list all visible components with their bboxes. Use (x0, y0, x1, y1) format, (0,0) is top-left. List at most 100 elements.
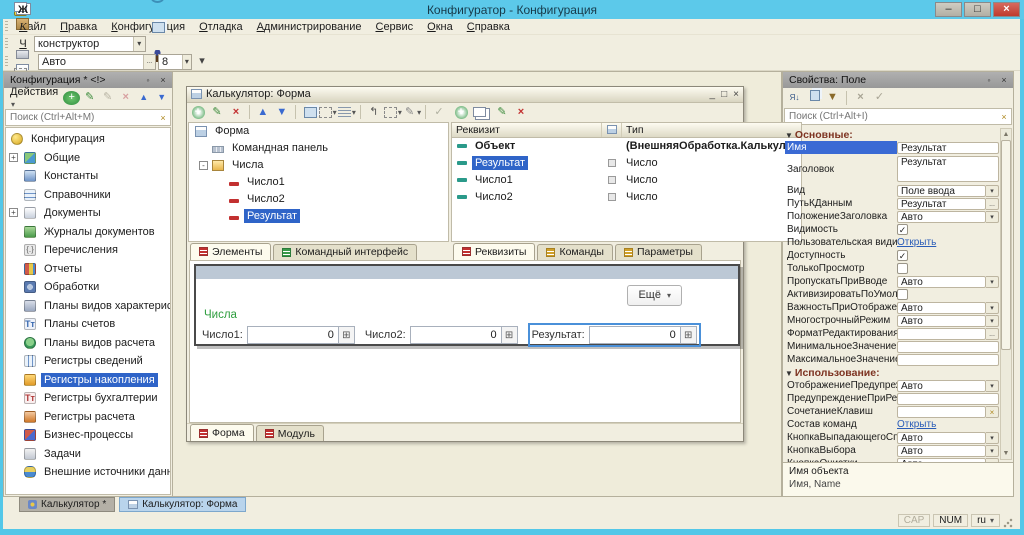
designer-close-icon[interactable]: × (733, 89, 739, 100)
property-label[interactable]: Имя (785, 141, 897, 154)
validate-button[interactable]: ✓ (430, 104, 448, 121)
property-checkbox[interactable] (897, 263, 908, 274)
properties-search-input[interactable] (785, 111, 997, 122)
tree-item-18[interactable]: Внешние источники данных (6, 463, 170, 482)
property-label[interactable]: Пользовательская видимость (785, 236, 897, 249)
preview-field-input[interactable]: 0 (247, 326, 339, 344)
element-item-3[interactable]: Число1 (189, 174, 448, 191)
preview-field-calc-icon[interactable]: ⊞ (502, 326, 518, 344)
dropdown-icon[interactable]: ▾ (986, 185, 999, 197)
preview-field-input[interactable]: 0 (589, 326, 681, 344)
tab-attributes-1[interactable]: Команды (537, 244, 613, 260)
check-fill-button[interactable]: ▾ (384, 104, 402, 121)
properties-close-icon[interactable]: × (998, 75, 1010, 85)
property-open-link[interactable]: Открыть (897, 419, 936, 430)
maximize-button[interactable]: □ (964, 2, 991, 17)
tree-item-7[interactable]: Отчеты (6, 260, 170, 279)
dropdown-icon[interactable]: ▾ (986, 432, 999, 444)
preview-field-1[interactable]: Число2:0⊞ (365, 326, 518, 344)
tree-item-17[interactable]: Задачи (6, 445, 170, 464)
more-button[interactable]: Ещё▾ (627, 285, 682, 306)
attribute-checkbox[interactable] (608, 176, 616, 184)
preview-field-2[interactable]: Результат:0⊞ (528, 323, 701, 347)
tree-item-5[interactable]: Журналы документов (6, 223, 170, 242)
property-checkbox[interactable]: ✓ (897, 224, 908, 235)
property-label[interactable]: МногострочныйРежим (785, 314, 897, 327)
tab-attributes-2[interactable]: Параметры (615, 244, 702, 260)
attribute-checkbox[interactable] (608, 193, 616, 201)
config-search-input[interactable] (6, 112, 156, 123)
dropdown-icon[interactable]: ▾ (986, 276, 999, 288)
property-value-input[interactable] (897, 328, 986, 340)
property-label[interactable]: ФорматРедактирования (785, 327, 897, 340)
property-value-select[interactable]: Авто (897, 432, 986, 444)
attribute-row-3[interactable]: Число2Число (452, 189, 801, 206)
property-label[interactable]: КнопкаВыпадающегоСписка (785, 431, 897, 444)
underline-button[interactable]: Ч (12, 36, 34, 53)
menu-item-Окна[interactable]: Окна (420, 20, 460, 34)
element-item-1[interactable]: Командная панель (189, 140, 448, 157)
edit-element-button[interactable]: ✎ (208, 104, 226, 121)
dropdown-icon[interactable]: ▾ (986, 380, 999, 392)
minimize-button[interactable]: – (935, 2, 962, 17)
font-size-combo[interactable]: ▾ (158, 54, 192, 70)
property-label[interactable]: Вид (785, 184, 897, 197)
menu-item-Администрирование[interactable]: Администрирование (250, 20, 369, 34)
properties-search-clear-icon[interactable]: × (997, 112, 1011, 122)
bold-button[interactable]: Ж (12, 2, 34, 19)
add-attribute-button[interactable]: + (452, 104, 470, 121)
property-label[interactable]: МаксимальноеЗначение (785, 353, 897, 366)
tree-item-13[interactable]: Регистры накопления (6, 371, 170, 390)
property-label[interactable]: Заголовок (785, 163, 897, 176)
properties-delete-icon[interactable]: × (852, 90, 869, 106)
windows-list-button[interactable] (147, 19, 167, 36)
tree-item-14[interactable]: ТтРегистры бухгалтерии (6, 389, 170, 408)
element-item-5[interactable]: Результат (189, 208, 448, 225)
tree-item-16[interactable]: Бизнес-процессы (6, 426, 170, 445)
clear-icon[interactable]: × (986, 406, 999, 418)
scroll-up-icon[interactable]: ▲ (1001, 129, 1011, 140)
property-value-input[interactable] (897, 393, 999, 405)
expand-icon[interactable]: + (9, 208, 18, 217)
scroll-down-icon[interactable]: ▼ (1001, 448, 1011, 459)
property-value-input[interactable]: Результат (897, 198, 986, 210)
tree-item-0[interactable]: Конфигурация (6, 130, 170, 149)
property-value-select[interactable]: Авто (897, 302, 986, 314)
property-value-select[interactable]: Авто (897, 458, 986, 463)
expand-icon[interactable]: + (9, 153, 18, 162)
tree-item-3[interactable]: Справочники (6, 186, 170, 205)
move-up-button[interactable]: ▲ (254, 104, 272, 121)
property-open-link[interactable]: Открыть (897, 237, 936, 248)
add-object-button[interactable]: + (63, 91, 80, 105)
property-label[interactable]: Доступность (785, 249, 897, 262)
property-section[interactable]: ▼Использование: (785, 367, 880, 379)
property-value-input[interactable] (897, 354, 999, 366)
dropdown-icon[interactable]: ▾ (986, 211, 999, 223)
tree-item-1[interactable]: +Общие (6, 149, 170, 168)
language-selector[interactable]: ru▾ (971, 514, 1000, 527)
toolbar1-grip[interactable] (5, 38, 8, 50)
attribute-row-0[interactable]: Объект(ВнешняяОбработка.Калькуля... (452, 138, 801, 155)
property-label[interactable]: ПредупреждениеПриРедактир (785, 392, 897, 405)
tree-item-9[interactable]: Планы видов характеристик (6, 297, 170, 316)
property-label[interactable]: КнопкаВыбора (785, 444, 897, 457)
property-label[interactable]: ПутьКДанным (785, 197, 897, 210)
element-item-4[interactable]: Число2 (189, 191, 448, 208)
property-label[interactable]: СочетаниеКлавиш (785, 405, 897, 418)
property-value-select[interactable]: Авто (897, 315, 986, 327)
property-label[interactable]: АктивизироватьПоУмолчанию (785, 288, 897, 301)
property-section[interactable]: ▼Основные: (785, 129, 853, 141)
ellipsis-icon[interactable]: ... (986, 198, 999, 210)
menu-item-Сервис[interactable]: Сервис (368, 20, 420, 34)
property-label[interactable]: МинимальноеЗначение (785, 340, 897, 353)
designer-title-bar[interactable]: Калькулятор: Форма _ □ × (187, 87, 743, 103)
property-label[interactable]: КнопкаОчистки (785, 457, 897, 462)
delete-attribute-button[interactable]: × (512, 104, 530, 121)
property-value-input[interactable] (897, 406, 986, 418)
close-panel-icon[interactable]: × (157, 75, 169, 85)
property-checkbox[interactable] (897, 289, 908, 300)
attribute-checkbox[interactable] (608, 159, 616, 167)
delete-element-button[interactable]: × (227, 104, 245, 121)
tree-item-10[interactable]: ТтПланы счетов (6, 315, 170, 334)
line-style-button[interactable]: ✎▾ (403, 104, 421, 121)
